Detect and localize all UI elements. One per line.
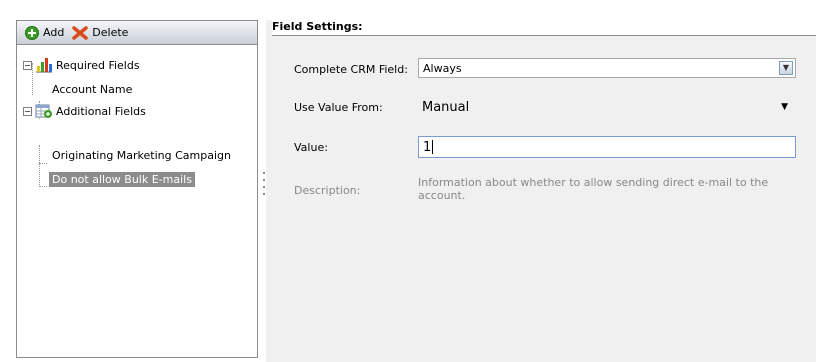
tree-group-additional[interactable]: − Additional Fields (23, 103, 149, 119)
grip-dot (263, 172, 265, 174)
add-icon (25, 25, 39, 40)
value-input-text: 1 (423, 139, 432, 155)
caret-down-icon: ▼ (781, 102, 788, 112)
grip-dot (263, 193, 265, 195)
collapse-toggle[interactable]: − (23, 106, 32, 116)
chart-icon (36, 58, 52, 73)
tree-item-originating-campaign[interactable]: Originating Marketing Campaign (49, 147, 234, 163)
tree-group-label: Required Fields (56, 58, 140, 72)
complete-crm-field-value: Always (423, 61, 462, 75)
tree-item-bulk-emails[interactable]: Do not allow Bulk E-mails (49, 171, 195, 187)
value-input[interactable]: 1 (418, 136, 796, 158)
delete-icon (72, 25, 89, 40)
delete-label: Delete (92, 26, 129, 39)
tree-group-label: Additional Fields (56, 104, 146, 118)
tree-connector (39, 186, 47, 187)
tree-connector (39, 145, 40, 187)
use-value-from-label: Use Value From: (294, 101, 383, 114)
value-label: Value: (294, 141, 328, 154)
tree-toolbar: Add Delete (17, 21, 257, 45)
chevron-down-icon[interactable]: ▼ (779, 61, 793, 75)
field-settings-panel: Field Settings: Complete CRM Field: Alwa… (266, 20, 816, 362)
complete-crm-field-select[interactable]: Always ▼ (418, 58, 796, 78)
tree-item-account-name[interactable]: Account Name (49, 81, 135, 97)
top-frame (0, 0, 816, 20)
description-text: Information about whether to allow sendi… (418, 176, 769, 202)
text-caret (432, 140, 434, 154)
add-label: Add (43, 26, 65, 39)
tree-item-label: Account Name (52, 82, 133, 96)
collapse-toggle[interactable]: − (23, 60, 32, 70)
add-button[interactable]: Add (25, 25, 65, 40)
tree-item-label: Originating Marketing Campaign (52, 148, 231, 162)
grip-dot (263, 179, 265, 181)
tree-group-required[interactable]: − Required Fields (23, 57, 143, 73)
section-title: Field Settings: (272, 20, 816, 36)
delete-button[interactable]: Delete (72, 25, 129, 40)
grip-dot (263, 186, 265, 188)
field-tree: − Required Fields Account Name − Additio… (17, 45, 257, 187)
tree-connector (39, 163, 47, 164)
use-value-from-dropdown[interactable]: Manual ▼ (418, 96, 796, 118)
description-label: Description: (294, 184, 361, 197)
tree-item-label-selected: Do not allow Bulk E-mails (49, 171, 195, 187)
table-add-icon (35, 104, 52, 118)
complete-crm-field-label: Complete CRM Field: (294, 63, 408, 76)
field-tree-panel: Add Delete − Required Fields Account Nam… (16, 20, 258, 358)
use-value-from-value: Manual (422, 99, 470, 115)
